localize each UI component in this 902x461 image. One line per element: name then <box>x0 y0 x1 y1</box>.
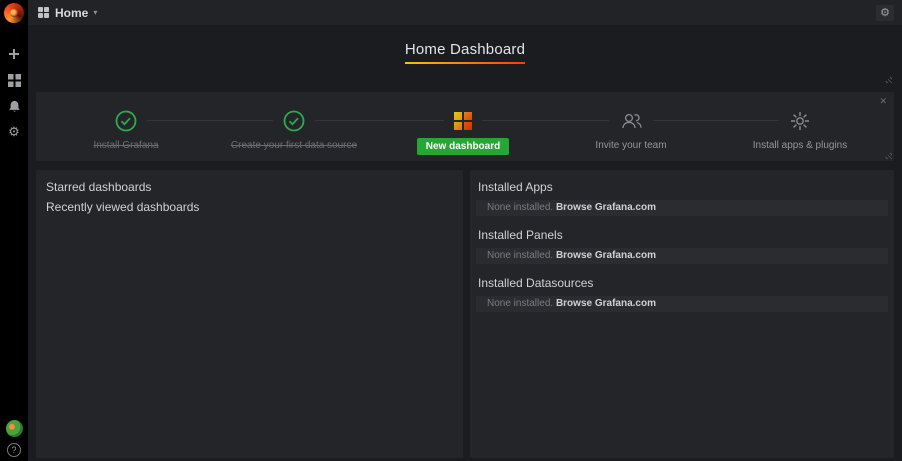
browse-grafana-link[interactable]: Browse Grafana.com <box>556 202 656 213</box>
check-circle-icon <box>105 109 147 133</box>
top-navbar: Home ▾ ⚙ <box>28 0 902 25</box>
plugin-icon <box>779 109 821 133</box>
create-plus-icon[interactable] <box>0 46 28 62</box>
grafana-logo-icon[interactable] <box>4 3 24 23</box>
step-label: Install Grafana <box>93 140 159 151</box>
empty-text: None installed. <box>487 298 556 309</box>
step-label: Invite your team <box>595 140 667 151</box>
dashboards-list-panel: Starred dashboards Recently viewed dashb… <box>36 170 463 458</box>
dashboard-settings-icon[interactable]: ⚙ <box>876 4 894 21</box>
getting-started-panel: ✕ Install Grafana Create your first data… <box>36 92 894 161</box>
browse-grafana-link[interactable]: Browse Grafana.com <box>556 250 656 261</box>
welcome-title-panel: Home Dashboard <box>36 25 894 85</box>
installed-panels-heading: Installed Panels <box>478 228 563 242</box>
page-title: Home Dashboard <box>405 41 525 64</box>
alerting-bell-icon[interactable] <box>0 98 28 114</box>
configuration-gear-icon[interactable]: ⚙ <box>0 124 28 140</box>
step-install-plugins: Install apps & plugins <box>715 92 885 161</box>
empty-text: None installed. <box>487 202 556 213</box>
check-circle-icon <box>273 109 315 133</box>
step-create-datasource: Create your first data source <box>209 92 379 161</box>
new-dashboard-button[interactable]: New dashboard <box>416 138 510 155</box>
dashboard-picker[interactable]: Home ▾ <box>38 6 97 20</box>
panel-resize-handle[interactable] <box>884 75 892 83</box>
panel-resize-handle[interactable] <box>884 151 892 159</box>
dashboard-grid-icon <box>38 7 49 18</box>
recent-dashboards-heading: Recently viewed dashboards <box>46 200 200 214</box>
plugin-list-panel: Installed Apps None installed. Browse Gr… <box>470 170 894 458</box>
empty-text: None installed. <box>487 250 556 261</box>
sidebar: ⚙ ? <box>0 0 28 461</box>
help-icon[interactable]: ? <box>7 443 21 457</box>
user-avatar[interactable] <box>5 420 23 437</box>
installed-panels-row: None installed. Browse Grafana.com <box>476 248 888 264</box>
step-invite-team: Invite your team <box>546 92 716 161</box>
step-install-grafana: Install Grafana <box>41 92 211 161</box>
dashboard-canvas: Home Dashboard ✕ Install Grafana Create … <box>28 25 902 461</box>
starred-dashboards-heading: Starred dashboards <box>46 180 152 194</box>
installed-datasources-heading: Installed Datasources <box>478 276 594 290</box>
step-new-dashboard: New dashboard <box>378 92 548 161</box>
installed-apps-heading: Installed Apps <box>478 180 553 194</box>
dashboard-picker-label: Home <box>55 5 89 20</box>
step-label: Create your first data source <box>230 140 358 151</box>
installed-datasources-row: None installed. Browse Grafana.com <box>476 296 888 312</box>
browse-grafana-link[interactable]: Browse Grafana.com <box>556 298 656 309</box>
dashboards-icon[interactable] <box>0 72 28 88</box>
step-label: Install apps & plugins <box>752 140 848 151</box>
installed-apps-row: None installed. Browse Grafana.com <box>476 200 888 216</box>
dashboard-gradient-icon <box>444 109 482 133</box>
users-icon <box>609 109 653 133</box>
chevron-down-icon: ▾ <box>93 8 98 17</box>
